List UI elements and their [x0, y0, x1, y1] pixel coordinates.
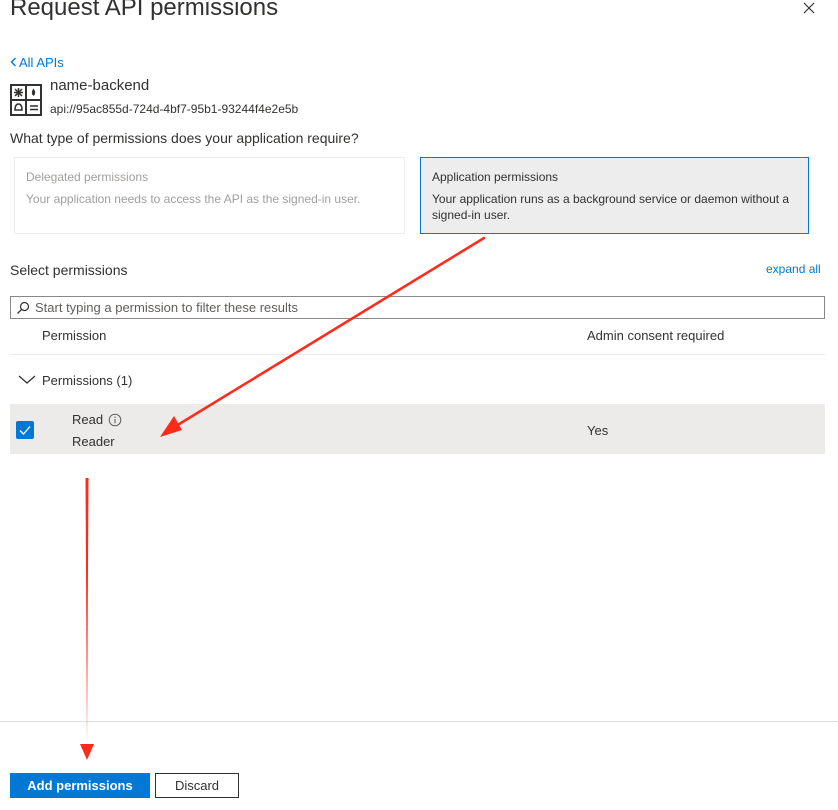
- table-row[interactable]: Read Reader Yes: [10, 404, 825, 454]
- api-app-icon: [10, 84, 42, 116]
- info-icon[interactable]: [108, 413, 122, 427]
- card-title: Delegated permissions: [26, 170, 149, 184]
- group-toggle[interactable]: [18, 372, 36, 384]
- header-divider: [10, 354, 825, 355]
- search-icon: [16, 301, 30, 315]
- admin-consent-value: Yes: [587, 423, 609, 438]
- permission-display-name: Reader: [72, 434, 115, 449]
- add-permissions-button[interactable]: Add permissions: [10, 773, 150, 798]
- permission-name: Read: [72, 412, 104, 427]
- api-uri: api://95ac855d-724d-4bf7-95b1-93244f4e2e…: [50, 102, 299, 116]
- close-icon: [803, 2, 815, 14]
- column-header-admin-consent[interactable]: Admin consent required: [587, 328, 724, 343]
- column-header-permission[interactable]: Permission: [42, 328, 106, 343]
- chevron-left-icon: [10, 55, 17, 70]
- api-name: name-backend: [50, 77, 150, 94]
- permissions-group-label[interactable]: Permissions (1): [42, 373, 132, 388]
- expand-all-link[interactable]: expand all: [766, 262, 821, 276]
- permission-filter-box: [10, 296, 825, 319]
- discard-button[interactable]: Discard: [155, 773, 239, 798]
- footer-divider: [0, 721, 838, 722]
- card-description: Your application runs as a background se…: [432, 192, 790, 222]
- permission-type-question: What type of permissions does your appli…: [10, 130, 359, 146]
- back-link-label: All APIs: [19, 55, 64, 70]
- chevron-down-icon: [18, 375, 36, 384]
- page-title: Request API permissions: [10, 0, 279, 21]
- card-description: Your application needs to access the API…: [26, 192, 361, 206]
- annotation-arrow-to-add: [80, 478, 94, 760]
- delegated-permissions-card[interactable]: Delegated permissions Your application n…: [14, 157, 405, 234]
- application-permissions-card[interactable]: Application permissions Your application…: [420, 157, 809, 234]
- permission-filter-input[interactable]: [35, 297, 815, 318]
- select-permissions-heading: Select permissions: [10, 262, 128, 278]
- checkmark-icon: [19, 426, 31, 435]
- close-button[interactable]: [799, 0, 819, 18]
- card-title: Application permissions: [432, 170, 559, 184]
- back-link[interactable]: All APIs: [10, 55, 64, 70]
- read-permission-checkbox[interactable]: [16, 421, 34, 439]
